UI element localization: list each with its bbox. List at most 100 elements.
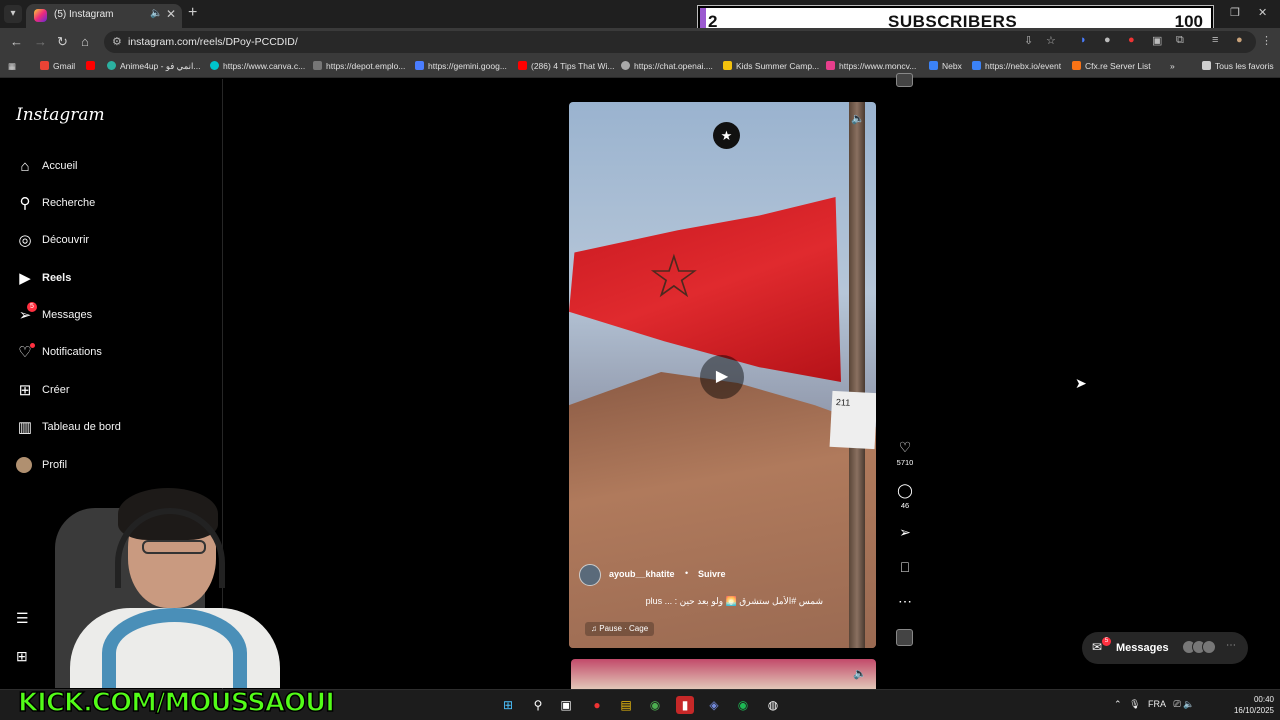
restore-window-icon[interactable]: ❐ [1230, 6, 1240, 19]
bookmarks-overflow-icon[interactable]: » [1170, 61, 1175, 71]
audio-thumbnail[interactable] [896, 629, 913, 646]
clock-date: 16/10/2025 [1233, 706, 1274, 715]
bookmark-item[interactable]: https://www.moncv... [826, 61, 916, 71]
avatar[interactable] [579, 564, 601, 586]
nav-item-label: Découvrir [42, 234, 90, 246]
site-info-icon[interactable]: ⚙ [112, 35, 122, 48]
nav-item-search[interactable]: ⚲ Recherche [16, 193, 206, 217]
bookmark-item[interactable]: Cfx.re Server List [1072, 61, 1151, 71]
reload-icon[interactable]: ↻ [57, 34, 68, 50]
tab-close-icon[interactable]: ✕ [166, 7, 176, 21]
bookmark-item[interactable]: https://nebx.io/event [972, 61, 1061, 71]
messages-pill[interactable]: ✉ 5 Messages ⋯ [1082, 632, 1248, 664]
obs-icon[interactable]: ◍ [764, 696, 782, 714]
save-button[interactable]: ⎕ [893, 559, 917, 576]
close-window-icon[interactable]: ✕ [1258, 6, 1267, 19]
reel-caption[interactable]: شمس #الأمل ستشرق 🌅 ولو بعد حين : ... plu… [581, 596, 823, 607]
nav-item-dashboard[interactable]: ▥ Tableau de bord [16, 417, 206, 441]
chrome-menu-icon[interactable]: ⋮ [1261, 34, 1272, 47]
folder-icon [1202, 61, 1211, 70]
spotify-icon[interactable]: ◉ [734, 696, 752, 714]
nav-item-notifications[interactable]: ♡ Notifications [16, 342, 206, 366]
favorite-star-icon[interactable]: ★ [713, 122, 740, 149]
extension-icon[interactable]: ▣ [1152, 34, 1162, 47]
bookmark-item[interactable]: https://www.canva.c... [210, 61, 305, 71]
network-icon[interactable]: ⎚ [1174, 699, 1181, 709]
bookmark-item[interactable]: Nebx [929, 61, 962, 71]
nav-item-reels[interactable]: ▶ Reels [16, 268, 206, 292]
volume-icon[interactable]: 🔈 [1183, 699, 1194, 709]
home-icon: ⌂ [20, 158, 30, 175]
microphone-icon[interactable]: 🎙 [1129, 699, 1140, 709]
bookmark-item[interactable]: https://depot.emplo... [313, 61, 405, 71]
bookmark-item[interactable]: https://chat.openai.... [621, 61, 713, 71]
plus-square-icon: ⊞ [18, 382, 32, 399]
app-icon[interactable]: ▮ [676, 696, 694, 714]
nav-item-explore[interactable]: ◎ Découvrir [16, 230, 206, 254]
tab-search-button[interactable]: ▾ [4, 5, 22, 23]
chrome-icon[interactable]: ◉ [646, 696, 664, 714]
app-icon[interactable]: ● [588, 696, 606, 714]
bookmarks-bar: ▦ Gmail Anime4up - انمي فو... https://ww… [0, 56, 1280, 78]
back-icon[interactable]: ← [10, 34, 23, 49]
nav-item-label: Accueil [42, 160, 78, 172]
bookmark-star-icon[interactable]: ☆ [1046, 34, 1056, 47]
reel-video[interactable]: ☆ 211 ★ 🔈 ▶ ayoub__khatite • Suivre شمس … [569, 102, 876, 648]
bookmark-favicon-icon [86, 61, 95, 70]
apps-grid-icon[interactable]: ▦ [8, 61, 16, 72]
share-button[interactable]: ➢ [893, 524, 917, 541]
nav-item-create[interactable]: ⊞ Créer [16, 380, 206, 404]
discord-icon[interactable]: ◈ [705, 696, 723, 714]
instagram-favicon-icon [34, 9, 47, 22]
reels-icon: ▶ [19, 270, 31, 287]
windows-start-icon[interactable]: ⊞ [499, 696, 517, 714]
reading-list-icon[interactable]: ≡ [1212, 34, 1218, 46]
extension-icon[interactable]: ● [1104, 34, 1111, 46]
taskbar-clock[interactable]: 00:40 16/10/2025 [1222, 694, 1274, 716]
like-button[interactable]: ♡ 5710 [893, 439, 917, 467]
home-button-icon[interactable]: ⌂ [81, 34, 89, 49]
bookmark-item[interactable]: Anime4up - انمي فو... [107, 61, 200, 72]
nav-item-messages[interactable]: ➢ 5 Messages [16, 302, 206, 329]
new-tab-button[interactable]: + [188, 4, 197, 22]
nav-item-label: Tableau de bord [42, 421, 121, 433]
comment-button[interactable]: ◯ 46 [893, 482, 917, 510]
bookmark-item[interactable]: Kids Summer Camp... [723, 61, 819, 71]
nav-item-home[interactable]: ⌂ Accueil [16, 156, 206, 180]
tray-overflow-icon[interactable]: ⌃ [1114, 699, 1122, 709]
all-bookmarks-folder[interactable]: Tous les favoris [1202, 61, 1274, 71]
audio-thumbnail[interactable] [896, 73, 913, 87]
next-reel-preview[interactable]: 🔈 [571, 659, 876, 689]
bookmark-item[interactable] [86, 61, 99, 71]
extension-icon[interactable]: ● [1128, 34, 1135, 46]
bookmark-favicon-icon [518, 61, 527, 70]
reel-music-label[interactable]: ♫ Pause · Cage [585, 622, 655, 636]
bookmark-item[interactable]: https://gemini.goog... [415, 61, 507, 71]
play-icon[interactable]: ▶ [700, 355, 744, 399]
bookmark-favicon-icon [972, 61, 981, 70]
instagram-logo[interactable]: Instagram [16, 105, 105, 125]
author-username[interactable]: ayoub__khatite [609, 569, 675, 579]
nav-item-profile[interactable]: Profil [16, 455, 206, 479]
message-avatars [1182, 640, 1216, 659]
forward-icon[interactable]: → [34, 34, 47, 49]
ellipsis-icon: ⋯ [898, 593, 912, 609]
more-options-button[interactable]: ⋯ [893, 593, 917, 610]
browser-tab[interactable]: (5) Instagram 🔈 ✕ [26, 4, 182, 28]
like-count: 5710 [896, 458, 914, 467]
extension-icon[interactable]: ◗ [1080, 34, 1087, 46]
url-text[interactable]: instagram.com/reels/DPoy-PCCDID/ [128, 36, 298, 48]
file-explorer-icon[interactable]: ▤ [617, 696, 635, 714]
install-app-icon[interactable]: ⇩ [1024, 34, 1033, 47]
tab-audio-icon[interactable]: 🔈 [150, 8, 162, 19]
language-indicator[interactable]: FRA [1148, 699, 1166, 709]
extensions-puzzle-icon[interactable]: ⧉ [1176, 34, 1184, 47]
task-view-icon[interactable]: ▣ [557, 696, 575, 714]
profile-avatar-icon[interactable]: ● [1236, 34, 1243, 46]
volume-icon[interactable]: 🔈 [851, 112, 865, 125]
bookmark-item[interactable]: Gmail [40, 61, 75, 71]
bookmark-item[interactable]: (286) 4 Tips That Wi... [518, 61, 614, 71]
follow-button[interactable]: Suivre [698, 569, 726, 579]
volume-icon[interactable]: 🔈 [853, 667, 867, 680]
search-icon[interactable]: ⚲ [529, 696, 547, 714]
